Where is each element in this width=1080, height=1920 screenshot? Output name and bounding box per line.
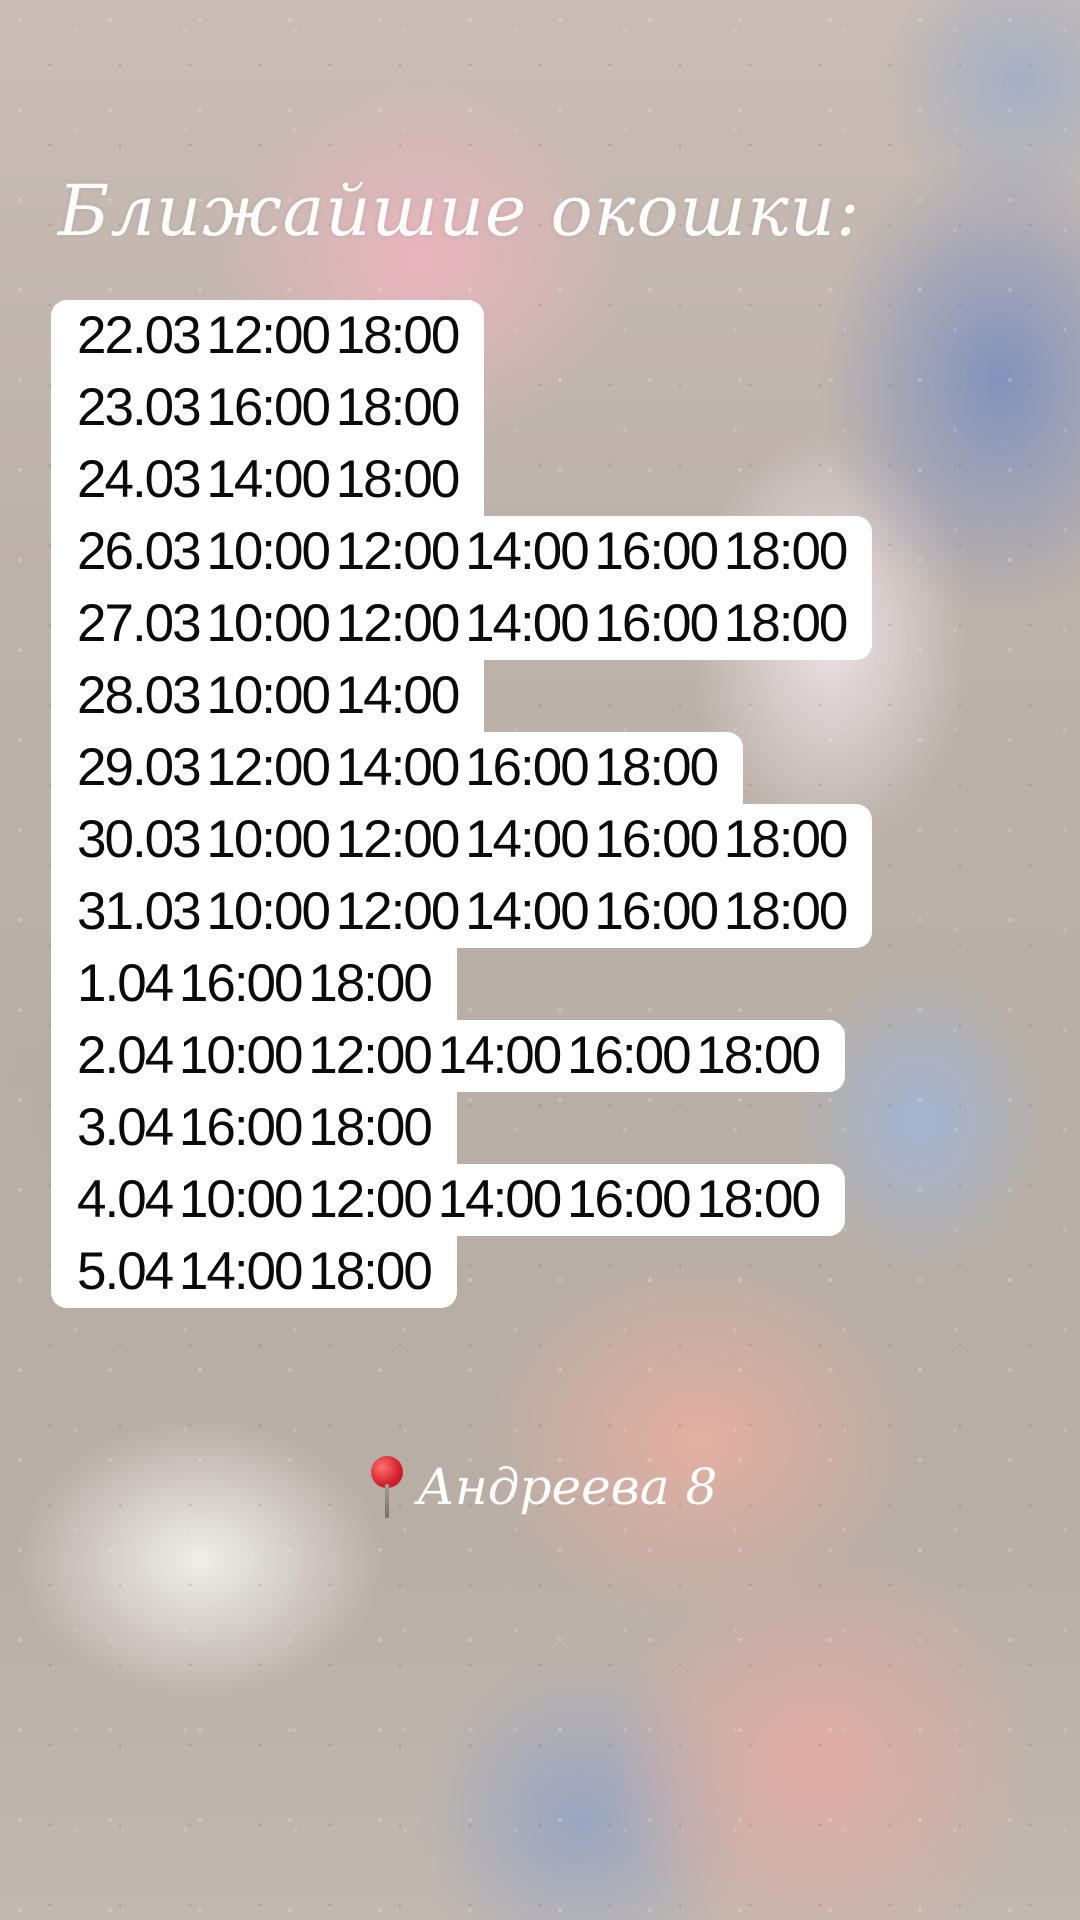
slot-row: 5.04 14:00 18:00 (51, 1236, 457, 1308)
pushpin-icon (365, 1456, 409, 1520)
slot-row: 30.03 10:00 12:00 14:00 16:00 18:00 (51, 804, 873, 876)
slot-row: 31.03 10:00 12:00 14:00 16:00 18:00 (51, 876, 873, 948)
slot-row: 4.04 10:00 12:00 14:00 16:00 18:00 (51, 1164, 845, 1236)
slot-row: 28.03 10:00 14:00 (51, 660, 485, 732)
slot-row: 2.04 10:00 12:00 14:00 16:00 18:00 (51, 1020, 845, 1092)
address-label: Андреева 8 (365, 1450, 717, 1524)
slots-list: 22.03 12:00 18:00 23.03 16:00 18:00 24.0… (51, 300, 951, 1308)
slot-row: 29.03 12:00 14:00 16:00 18:00 (51, 732, 744, 804)
slot-row: 27.03 10:00 12:00 14:00 16:00 18:00 (51, 588, 873, 660)
slot-row: 22.03 12:00 18:00 (51, 300, 485, 372)
slot-row: 1.04 16:00 18:00 (51, 948, 457, 1020)
slot-row: 3.04 16:00 18:00 (51, 1092, 457, 1164)
slot-row: 24.03 14:00 18:00 (51, 444, 485, 516)
slot-row: 26.03 10:00 12:00 14:00 16:00 18:00 (51, 516, 873, 588)
address-text: Андреева 8 (417, 1458, 718, 1516)
page-title: Ближайшие окошки: (58, 170, 861, 252)
slot-row: 23.03 16:00 18:00 (51, 372, 485, 444)
